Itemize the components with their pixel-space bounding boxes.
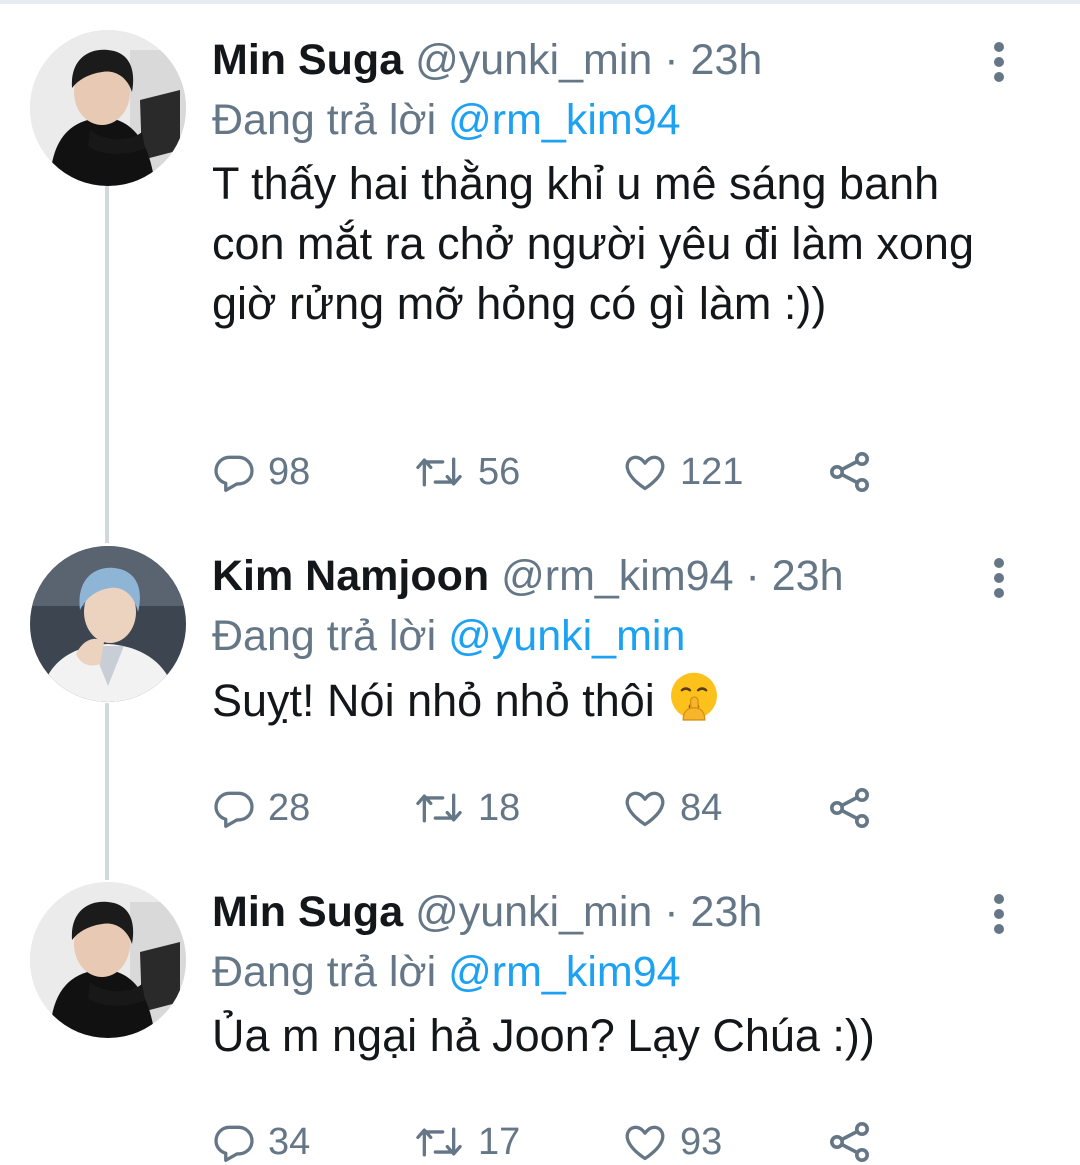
reply-context: Đang trả lời @rm_kim94: [212, 90, 1012, 150]
reply-icon: [214, 791, 254, 828]
share-icon: [830, 452, 869, 492]
tweet-text: T thấy hai thằng khỉ u mê sáng banh con …: [212, 158, 974, 329]
like-button[interactable]: 93: [622, 1112, 722, 1165]
reply-prefix: Đang trả lời: [212, 96, 437, 144]
thread-connector: [105, 186, 109, 543]
author-handle[interactable]: @yunki_min: [415, 888, 652, 936]
tweet-content: Min Suga @yunki_min · 23h Đang trả lời @…: [212, 882, 1012, 1066]
tweet-thread: Min Suga @yunki_min · 23h Đang trả lời @…: [0, 0, 1080, 1165]
retweet-button[interactable]: 56: [412, 442, 520, 502]
timestamp[interactable]: 23h: [691, 36, 763, 84]
separator: ·: [664, 888, 679, 936]
more-options-icon[interactable]: [988, 894, 1010, 934]
like-count: 93: [680, 1120, 723, 1163]
like-icon: [625, 791, 665, 827]
tweet-actions: 98 56 121: [212, 442, 912, 502]
tweet-text: Suỵt! Nói nhỏ nhỏ thôi: [212, 675, 655, 726]
timestamp[interactable]: 23h: [772, 552, 844, 600]
author-handle[interactable]: @rm_kim94: [501, 552, 733, 600]
tweet-header: Min Suga @yunki_min · 23h: [212, 30, 1012, 90]
reply-button[interactable]: 34: [212, 1112, 310, 1165]
author-name[interactable]: Min Suga: [212, 36, 403, 84]
tweet-actions: 28 18 84: [212, 778, 912, 838]
reply-count: 28: [268, 786, 311, 829]
timestamp[interactable]: 23h: [691, 888, 763, 936]
retweet-count: 17: [478, 1120, 521, 1163]
reply-button[interactable]: 28: [212, 778, 310, 838]
thread-connector: [105, 703, 109, 880]
shushing-face-emoji: [671, 672, 718, 721]
reply-prefix: Đang trả lời: [212, 948, 437, 996]
avatar[interactable]: [30, 882, 186, 1038]
author-name[interactable]: Kim Namjoon: [212, 552, 489, 600]
tweet-actions: 34 17 93: [212, 1112, 912, 1165]
avatar[interactable]: [30, 30, 186, 186]
like-button[interactable]: 84: [622, 778, 722, 838]
share-icon: [830, 1122, 869, 1162]
reply-context: Đang trả lời @rm_kim94: [212, 942, 1012, 1002]
reply-count: 34: [268, 1120, 311, 1163]
tweet-header: Min Suga @yunki_min · 23h: [212, 882, 1012, 942]
like-count: 121: [680, 450, 744, 493]
share-button[interactable]: [826, 442, 874, 502]
retweet-icon: [416, 1127, 462, 1157]
tweet-content: Kim Namjoon @rm_kim94 · 23h Đang trả lời…: [212, 546, 1012, 731]
author-name[interactable]: Min Suga: [212, 888, 403, 936]
reply-mention[interactable]: @yunki_min: [448, 612, 685, 660]
like-icon: [625, 455, 665, 491]
reply-icon: [214, 1125, 254, 1162]
retweet-button[interactable]: 17: [412, 1112, 520, 1165]
tweet-content: Min Suga @yunki_min · 23h Đang trả lời @…: [212, 30, 1012, 334]
retweet-count: 56: [478, 450, 521, 493]
like-count: 84: [680, 786, 723, 829]
reply-count: 98: [268, 450, 311, 493]
reply-button[interactable]: 98: [212, 442, 310, 502]
reply-context: Đang trả lời @yunki_min: [212, 606, 1012, 666]
top-divider: [0, 0, 1080, 4]
separator: ·: [664, 36, 679, 84]
reply-prefix: Đang trả lời: [212, 612, 437, 660]
avatar[interactable]: [30, 546, 186, 702]
share-button[interactable]: [826, 1112, 874, 1165]
tweet-text: Ủa m ngại hả Joon? Lạy Chúa :)): [212, 1010, 875, 1061]
tweet-header: Kim Namjoon @rm_kim94 · 23h: [212, 546, 1012, 606]
more-options-icon[interactable]: [988, 558, 1010, 598]
more-options-icon[interactable]: [988, 42, 1010, 82]
tweet-text-container: Suỵt! Nói nhỏ nhỏ thôi: [212, 670, 1012, 731]
retweet-count: 18: [478, 786, 521, 829]
share-icon: [830, 788, 869, 828]
reply-icon: [214, 455, 254, 492]
retweet-icon: [416, 793, 462, 823]
retweet-button[interactable]: 18: [412, 778, 520, 838]
reply-mention[interactable]: @rm_kim94: [448, 96, 680, 144]
share-button[interactable]: [826, 778, 874, 838]
like-icon: [625, 1125, 665, 1161]
reply-mention[interactable]: @rm_kim94: [448, 948, 680, 996]
like-button[interactable]: 121: [622, 442, 743, 502]
retweet-icon: [416, 457, 462, 487]
author-handle[interactable]: @yunki_min: [415, 36, 652, 84]
separator: ·: [745, 552, 760, 600]
